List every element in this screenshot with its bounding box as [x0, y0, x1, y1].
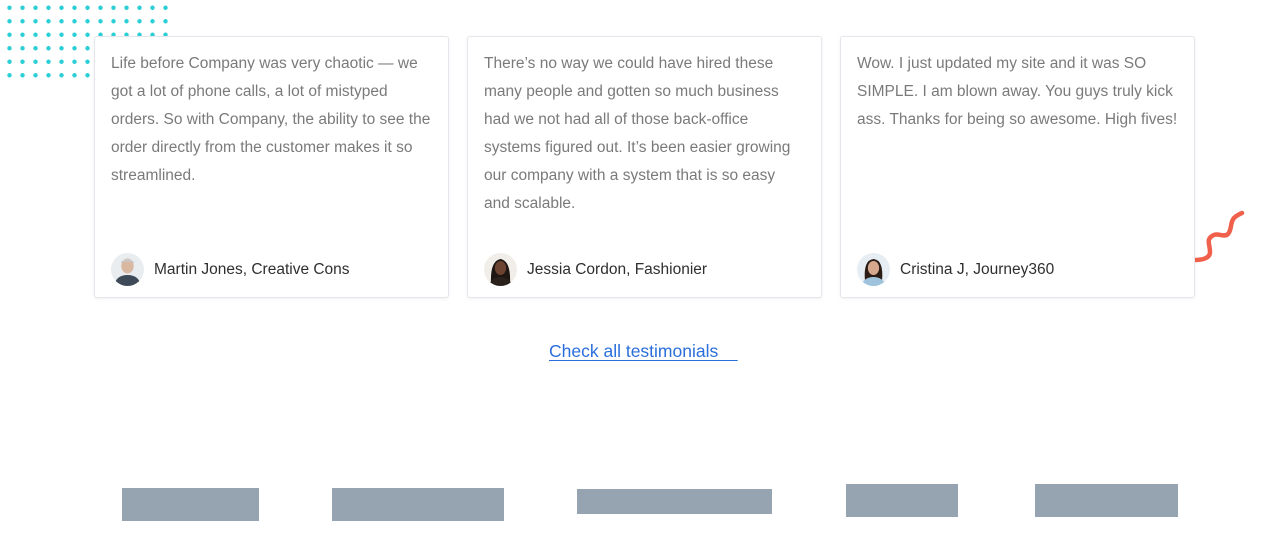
partner-logo-placeholder: [846, 484, 958, 517]
author-name: Cristina J, Journey360: [900, 260, 1055, 278]
testimonial-card: Wow. I just updated my site and it was S…: [840, 36, 1195, 298]
avatar: [484, 253, 517, 286]
partner-logo-placeholder: [1035, 484, 1178, 517]
testimonial-quote: There’s no way we could have hired these…: [484, 55, 791, 212]
partner-logo-placeholder: [332, 488, 504, 521]
partner-logo-placeholder: [122, 488, 259, 521]
author-name: Martin Jones, Creative Cons: [154, 260, 350, 278]
testimonial-quote: Life before Company was very chaotic — w…: [111, 55, 431, 184]
testimonial-author: Martin Jones, Creative Cons: [111, 253, 350, 286]
testimonial-card: There’s no way we could have hired these…: [467, 36, 822, 298]
author-name: Jessia Cordon, Fashionier: [527, 260, 708, 278]
partner-logo-placeholder: [577, 489, 772, 514]
testimonial-author: Cristina J, Journey360: [857, 253, 1054, 286]
testimonial-card: Life before Company was very chaotic — w…: [94, 36, 449, 298]
avatar: [111, 253, 144, 286]
decorative-squiggle: [1191, 210, 1245, 263]
testimonial-author: Jessia Cordon, Fashionier: [484, 253, 707, 286]
avatar: [857, 253, 890, 286]
testimonial-cards: Life before Company was very chaotic — w…: [94, 36, 1195, 298]
check-all-testimonials-link[interactable]: Check all testimonials: [549, 341, 738, 362]
testimonial-quote: Wow. I just updated my site and it was S…: [857, 55, 1178, 128]
